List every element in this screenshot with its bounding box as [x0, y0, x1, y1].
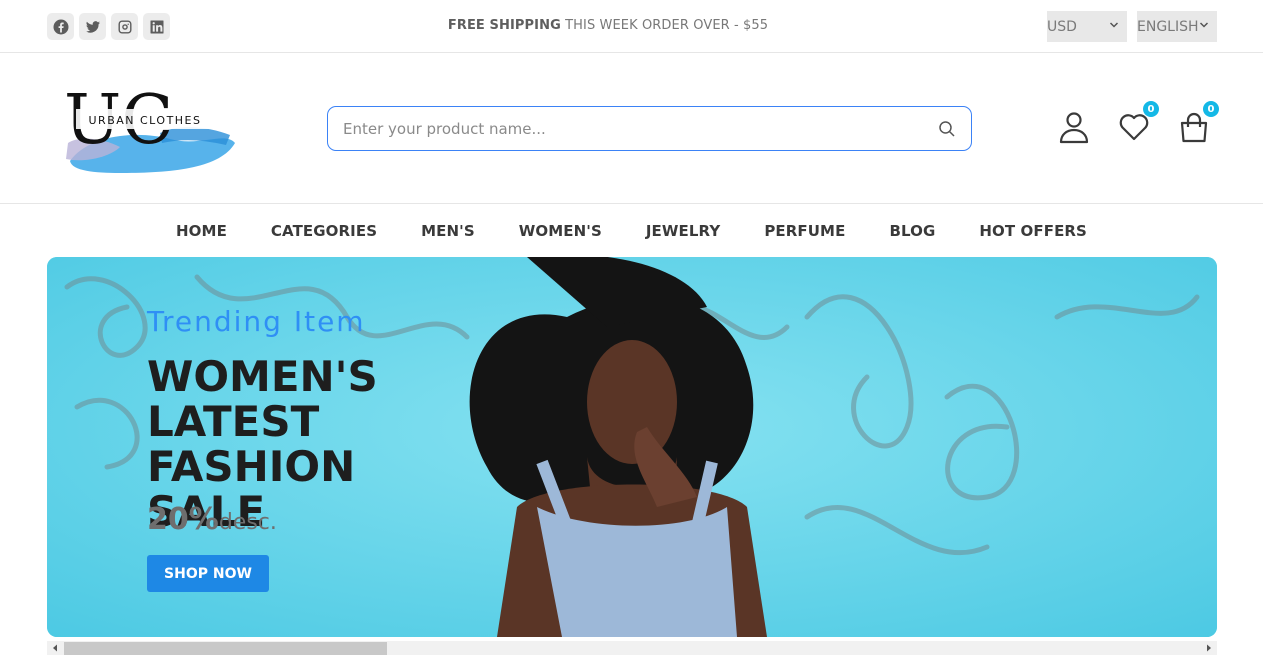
- scroll-left-icon[interactable]: [51, 644, 59, 652]
- site-logo[interactable]: UC URBAN CLOTHES: [50, 73, 240, 183]
- nav-item-mens[interactable]: MEN'S: [399, 204, 497, 257]
- language-select[interactable]: ENGLISH: [1137, 11, 1217, 42]
- main-nav: HOME CATEGORIES MEN'S WOMEN'S JEWELRY PE…: [0, 204, 1263, 257]
- promo-highlight: FREE SHIPPING: [447, 18, 561, 33]
- shop-now-button[interactable]: SHOP NOW: [147, 555, 269, 592]
- scrollbar-thumb[interactable]: [64, 642, 387, 655]
- logo-text: URBAN CLOTHES: [89, 114, 202, 127]
- nav-item-categories[interactable]: CATEGORIES: [249, 204, 399, 257]
- wishlist-button[interactable]: 0: [1116, 101, 1159, 145]
- nav-item-perfume[interactable]: PERFUME: [742, 204, 867, 257]
- chevron-down-icon: [1109, 22, 1119, 28]
- discount-value: 20%: [147, 502, 219, 537]
- account-button[interactable]: [1056, 109, 1092, 145]
- banner-subtitle: Trending Item: [147, 305, 366, 338]
- main-header: UC URBAN CLOTHES 0 0: [0, 53, 1263, 204]
- search-icon[interactable]: [937, 119, 957, 139]
- banner-discount: 20%desc.: [147, 502, 277, 537]
- hero-banner: Trending Item WOMEN'S LATEST FASHION SAL…: [47, 257, 1217, 637]
- promo-detail: THIS WEEK ORDER OVER - $55: [560, 18, 769, 33]
- nav-item-hot-offers[interactable]: HOT OFFERS: [957, 204, 1109, 257]
- language-value: ENGLISH: [1137, 18, 1199, 35]
- chevron-down-icon: [1199, 22, 1209, 28]
- wishlist-count-badge: 0: [1143, 101, 1159, 117]
- search-box: [327, 106, 972, 151]
- scroll-right-icon[interactable]: [1205, 644, 1213, 652]
- user-icon: [1059, 112, 1089, 144]
- promo-banner-text: FREE SHIPPING THIS WEEK ORDER OVER - $55: [0, 18, 1216, 33]
- nav-item-jewelry[interactable]: JEWELRY: [624, 204, 742, 257]
- nav-item-blog[interactable]: BLOG: [867, 204, 957, 257]
- logo-mark: UC URBAN CLOTHES: [64, 81, 235, 173]
- cart-count-badge: 0: [1203, 101, 1219, 117]
- search-input[interactable]: [343, 119, 903, 139]
- top-bar: FREE SHIPPING THIS WEEK ORDER OVER - $55…: [0, 0, 1263, 53]
- nav-item-womens[interactable]: WOMEN'S: [497, 204, 624, 257]
- currency-select[interactable]: USD: [1047, 11, 1127, 42]
- cart-button[interactable]: 0: [1176, 101, 1219, 145]
- banner-scrollbar[interactable]: [47, 641, 1217, 655]
- nav-item-home[interactable]: HOME: [154, 204, 249, 257]
- currency-value: USD: [1047, 18, 1077, 35]
- discount-label: desc.: [218, 510, 277, 535]
